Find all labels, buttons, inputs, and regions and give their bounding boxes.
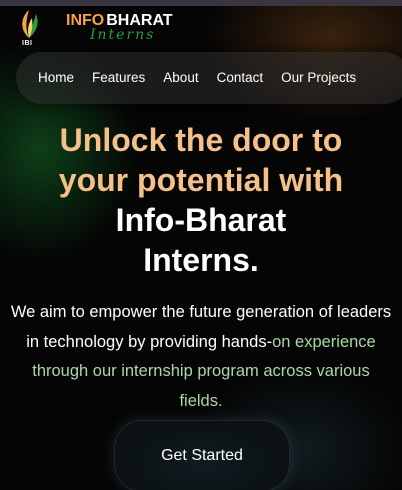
- get-started-button[interactable]: Get Started: [114, 420, 290, 490]
- nav-item-about[interactable]: About: [163, 70, 198, 85]
- nav-item-contact[interactable]: Contact: [217, 70, 264, 85]
- hero-line-1: Unlock the door to: [59, 122, 343, 158]
- nav-item-our-projects[interactable]: Our Projects: [281, 70, 356, 85]
- hero-line-2: your potential with: [58, 162, 344, 198]
- navigation-bar: Home Features About Contact Our Projects: [16, 52, 402, 104]
- brand-logo[interactable]: IBI INFO BHARAT Interns: [14, 8, 173, 48]
- nav-item-features[interactable]: Features: [92, 70, 145, 85]
- brand-subtitle: Interns: [90, 27, 156, 43]
- window-top-strip: [0, 0, 402, 6]
- nav-items: Home Features About Contact Our Projects: [38, 70, 374, 85]
- logo-caption: IBI: [22, 40, 33, 47]
- hero-line-3: Info-Bharat: [115, 202, 287, 238]
- landing-page: IBI INFO BHARAT Interns Home Features Abo…: [0, 0, 402, 490]
- hero-title: Unlock the door to your potential with I…: [0, 120, 402, 280]
- flame-leaf-icon: IBI: [14, 8, 44, 48]
- hero-line-4: Interns.: [143, 242, 259, 278]
- nav-item-home[interactable]: Home: [38, 70, 74, 85]
- brand-name: INFO BHARAT Interns: [66, 13, 173, 43]
- get-started-label: Get Started: [161, 447, 243, 464]
- hero-description: We aim to empower the future generation …: [10, 298, 392, 416]
